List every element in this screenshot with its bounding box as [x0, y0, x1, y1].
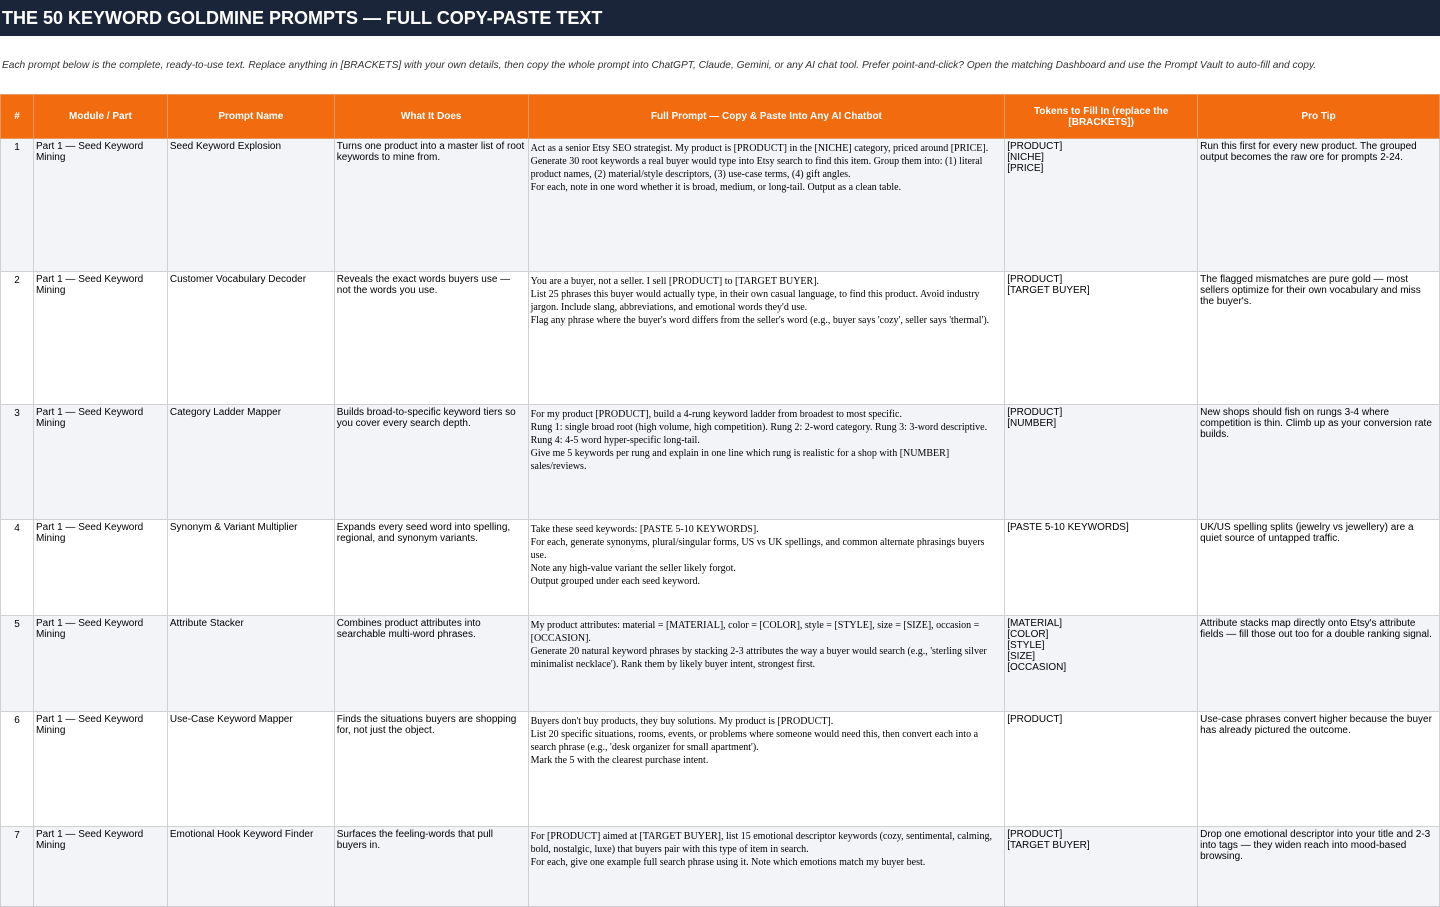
cell-what-it-does[interactable]: Turns one product into a master list of …	[333, 138, 529, 272]
header-what-it-does[interactable]: What It Does	[333, 94, 529, 139]
cell-full-prompt[interactable]: For [PRODUCT] aimed at [TARGET BUYER], l…	[527, 826, 1006, 907]
cell-prompt-name[interactable]: Seed Keyword Explosion	[166, 138, 335, 272]
prompt-line: Output grouped under each seed keyword.	[530, 576, 701, 587]
table-row: 4 Part 1 — Seed Keyword Mining Synonym & V…	[0, 519, 1440, 616]
cell-full-prompt[interactable]: Act as a senior Etsy SEO strategist. My …	[527, 138, 1006, 272]
cell-tokens[interactable]: [MATERIAL] [COLOR] [STYLE] [SIZE] [OCCAS…	[1004, 615, 1199, 712]
cell-pro-tip[interactable]: Run this first for every new product. Th…	[1197, 138, 1440, 272]
cell-number[interactable]: 2	[0, 271, 34, 405]
cell-tokens[interactable]: [PRODUCT] [NICHE] [PRICE]	[1004, 138, 1199, 272]
prompt-line: Mark the 5 with the clearest purchase in…	[530, 755, 709, 766]
prompt-line: My product attributes: material = [MATER…	[530, 620, 980, 644]
cell-tokens[interactable]: [PRODUCT]	[1004, 711, 1199, 827]
prompt-line: Act as a senior Etsy SEO strategist. My …	[530, 143, 989, 154]
prompt-line: Give me 5 keywords per rung and explain …	[530, 448, 950, 472]
cell-pro-tip[interactable]: New shops should fish on rungs 3-4 where…	[1197, 404, 1440, 520]
cell-number[interactable]: 3	[0, 404, 34, 520]
cell-tokens[interactable]: [PASTE 5-10 KEYWORDS]	[1004, 519, 1199, 616]
cell-tokens[interactable]: [PRODUCT] [TARGET BUYER]	[1004, 271, 1199, 405]
header-tokens[interactable]: Tokens to Fill In (replace the [BRACKETS…	[1004, 94, 1199, 139]
prompt-line: Note any high-value variant the seller l…	[530, 563, 736, 574]
prompt-line: Generate 30 root keywords a real buyer w…	[530, 156, 983, 180]
prompt-line: Generate 20 natural keyword phrases by s…	[530, 646, 987, 670]
prompt-line: Buyers don't buy products, they buy solu…	[530, 716, 834, 727]
header-prompt-name[interactable]: Prompt Name	[166, 94, 335, 139]
cell-module[interactable]: Part 1 — Seed Keyword Mining	[32, 271, 168, 405]
cell-pro-tip[interactable]: Attribute stacks map directly onto Etsy'…	[1197, 615, 1440, 712]
cell-number[interactable]: 6	[0, 711, 34, 827]
cell-pro-tip[interactable]: Drop one emotional descriptor into your …	[1197, 826, 1440, 907]
table-row: 7 Part 1 — Seed Keyword Mining Emotional H…	[0, 826, 1440, 907]
prompt-line: Rung 1: single broad root (high volume, …	[530, 422, 988, 433]
cell-pro-tip[interactable]: The flagged mismatches are pure gold — m…	[1197, 271, 1440, 405]
cell-module[interactable]: Part 1 — Seed Keyword Mining	[32, 615, 168, 712]
cell-what-it-does[interactable]: Surfaces the feeling-words that pull buy…	[333, 826, 529, 907]
prompt-line: Take these seed keywords: [PASTE 5-10 KE…	[530, 524, 759, 535]
header-pro-tip[interactable]: Pro Tip	[1197, 94, 1440, 139]
cell-prompt-name[interactable]: Synonym & Variant Multiplier	[166, 519, 335, 616]
table-row: 5 Part 1 — Seed Keyword Mining Attribute S…	[0, 615, 1440, 712]
header-number[interactable]: #	[0, 94, 34, 139]
cell-pro-tip[interactable]: UK/US spelling splits (jewelry vs jewell…	[1197, 519, 1440, 616]
header-module[interactable]: Module / Part	[32, 94, 168, 139]
header-row: # Module / Part Prompt Name What It Does…	[0, 94, 1440, 139]
cell-what-it-does[interactable]: Builds broad-to-specific keyword tiers s…	[333, 404, 529, 520]
cell-number[interactable]: 4	[0, 519, 34, 616]
table-row: 1 Part 1 — Seed Keyword Mining Seed Keywor…	[0, 138, 1440, 272]
cell-full-prompt[interactable]: You are a buyer, not a seller. I sell [P…	[527, 271, 1006, 405]
prompt-line: You are a buyer, not a seller. I sell [P…	[530, 276, 820, 287]
cell-module[interactable]: Part 1 — Seed Keyword Mining	[32, 826, 168, 907]
cell-prompt-name[interactable]: Emotional Hook Keyword Finder	[166, 826, 335, 907]
cell-tokens[interactable]: [PRODUCT] [TARGET BUYER]	[1004, 826, 1199, 907]
cell-what-it-does[interactable]: Finds the situations buyers are shopping…	[333, 711, 529, 827]
cell-module[interactable]: Part 1 — Seed Keyword Mining	[32, 404, 168, 520]
cell-prompt-name[interactable]: Use-Case Keyword Mapper	[166, 711, 335, 827]
cell-number[interactable]: 5	[0, 615, 34, 712]
prompt-line: For [PRODUCT] aimed at [TARGET BUYER], l…	[530, 831, 992, 855]
cell-pro-tip[interactable]: Use-case phrases convert higher because …	[1197, 711, 1440, 827]
intro-text: Each prompt below is the complete, ready…	[2, 60, 1317, 71]
cell-prompt-name[interactable]: Customer Vocabulary Decoder	[166, 271, 335, 405]
cell-prompt-name[interactable]: Attribute Stacker	[166, 615, 335, 712]
header-full-prompt[interactable]: Full Prompt — Copy & Paste Into Any AI C…	[527, 94, 1006, 139]
title-bar: THE 50 KEYWORD GOLDMINE PROMPTS — FULL C…	[0, 0, 1440, 36]
prompt-line: For each, give one example full search p…	[530, 857, 926, 868]
table-row: 6 Part 1 — Seed Keyword Mining Use-Case Ke…	[0, 711, 1440, 827]
cell-number[interactable]: 7	[0, 826, 34, 907]
prompts-table: # Module / Part Prompt Name What It Does…	[0, 94, 1440, 907]
prompt-line: List 20 specific situations, rooms, even…	[530, 729, 979, 753]
prompt-line: For my product [PRODUCT], build a 4-rung…	[530, 409, 902, 420]
page-title: THE 50 KEYWORD GOLDMINE PROMPTS — FULL C…	[2, 8, 603, 28]
cell-full-prompt[interactable]: Buyers don't buy products, they buy solu…	[527, 711, 1006, 827]
prompt-line: For each, generate synonyms, plural/sing…	[530, 537, 985, 561]
cell-module[interactable]: Part 1 — Seed Keyword Mining	[32, 519, 168, 616]
table-row: 2 Part 1 — Seed Keyword Mining Customer Vo…	[0, 271, 1440, 405]
table-row: 3 Part 1 — Seed Keyword Mining Category La…	[0, 404, 1440, 520]
cell-module[interactable]: Part 1 — Seed Keyword Mining	[32, 138, 168, 272]
cell-prompt-name[interactable]: Category Ladder Mapper	[166, 404, 335, 520]
cell-full-prompt[interactable]: For my product [PRODUCT], build a 4-rung…	[527, 404, 1006, 520]
cell-module[interactable]: Part 1 — Seed Keyword Mining	[32, 711, 168, 827]
table-body: 1 Part 1 — Seed Keyword Mining Seed Keywor…	[0, 138, 1440, 907]
cell-full-prompt[interactable]: Take these seed keywords: [PASTE 5-10 KE…	[527, 519, 1006, 616]
prompt-line: Rung 4: 4-5 word hyper-specific long-tai…	[530, 435, 700, 446]
cell-what-it-does[interactable]: Combines product attributes into searcha…	[333, 615, 529, 712]
cell-what-it-does[interactable]: Reveals the exact words buyers use — not…	[333, 271, 529, 405]
cell-tokens[interactable]: [PRODUCT] [NUMBER]	[1004, 404, 1199, 520]
prompt-line: List 25 phrases this buyer would actuall…	[530, 289, 980, 313]
cell-what-it-does[interactable]: Expands every seed word into spelling, r…	[333, 519, 529, 616]
prompt-line: Flag any phrase where the buyer's word d…	[530, 315, 990, 326]
cell-number[interactable]: 1	[0, 138, 34, 272]
cell-full-prompt[interactable]: My product attributes: material = [MATER…	[527, 615, 1006, 712]
prompt-line: For each, note in one word whether it is…	[530, 182, 902, 193]
